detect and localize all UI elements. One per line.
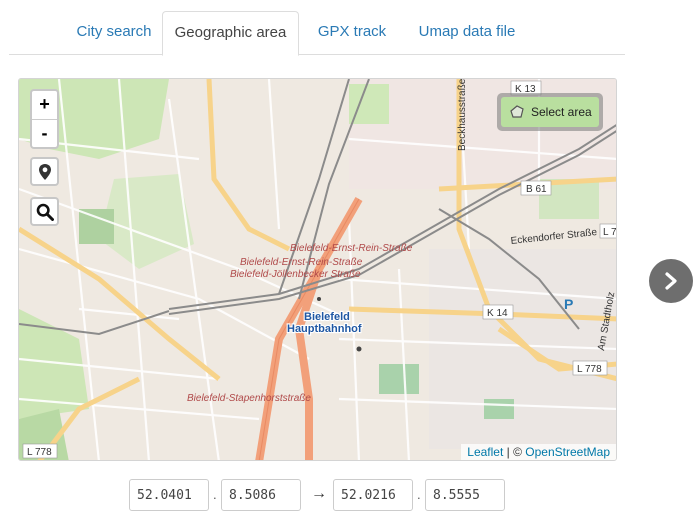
south-latitude-input[interactable] xyxy=(333,479,413,511)
coordinate-separator: . xyxy=(213,487,217,502)
zoom-out-button[interactable]: - xyxy=(32,119,57,147)
coordinate-separator: . xyxy=(417,487,421,502)
next-button[interactable] xyxy=(649,259,693,303)
arrow-right-icon: → xyxy=(311,485,327,502)
road-label-k14: K 14 xyxy=(487,308,508,319)
west-longitude-input[interactable] xyxy=(221,479,301,511)
attribution-separator: | © xyxy=(503,445,526,459)
hbf-label-line1: Bielefeld xyxy=(304,311,350,323)
north-latitude-input[interactable] xyxy=(129,479,209,511)
locate-button[interactable] xyxy=(30,157,59,186)
openstreetmap-link[interactable]: OpenStreetMap xyxy=(525,445,610,459)
road-label-l778-east: L 778 xyxy=(577,364,602,375)
search-icon xyxy=(36,203,54,221)
zoom-in-button[interactable]: + xyxy=(32,91,57,119)
map-marker-icon xyxy=(38,163,51,180)
coordinate-inputs: . → . xyxy=(0,479,697,511)
map-attribution: Leaflet | © OpenStreetMap xyxy=(461,444,616,460)
map-view[interactable]: K 13 B 61 K 14 L 7 L 778 L 778 Beckhauss… xyxy=(18,78,617,461)
map-tiles: K 13 B 61 K 14 L 7 L 778 L 778 Beckhauss… xyxy=(19,79,617,460)
station-label-joellenbecker: Bielefeld-Jöllenbecker Straße xyxy=(230,269,361,280)
road-label-l7: L 7 xyxy=(603,227,617,238)
station-label-ernst-rein-1: Bielefeld-Ernst-Rein-Straße xyxy=(290,243,413,254)
tab-bar: City search Geographic area GPX track Um… xyxy=(9,11,625,56)
tab-gpx-track[interactable]: GPX track xyxy=(305,11,399,55)
chevron-right-icon xyxy=(665,272,677,290)
tab-city-search[interactable]: City search xyxy=(57,11,171,55)
zoom-control: + - xyxy=(30,89,59,149)
street-label-beckhausstrasse: Beckhausstraße xyxy=(457,79,468,151)
map-search-button[interactable] xyxy=(30,197,59,226)
tab-geographic-area[interactable]: Geographic area xyxy=(162,11,299,56)
select-area-button[interactable]: Select area xyxy=(497,93,603,131)
road-label-l778-west: L 778 xyxy=(27,447,52,458)
east-longitude-input[interactable] xyxy=(425,479,505,511)
select-area-label: Select area xyxy=(531,105,592,119)
leaflet-link[interactable]: Leaflet xyxy=(467,445,503,459)
polygon-icon xyxy=(510,105,524,118)
road-label-b61: B 61 xyxy=(526,184,547,195)
tab-umap-data-file[interactable]: Umap data file xyxy=(407,11,527,55)
hbf-label-line2: Hauptbahnhof xyxy=(287,323,362,335)
station-label-stapenhorst: Bielefeld-Stapenhorststraße xyxy=(187,393,311,404)
parking-label: P xyxy=(564,296,573,312)
station-label-ernst-rein-2: Bielefeld-Ernst-Rein-Straße xyxy=(240,257,363,268)
